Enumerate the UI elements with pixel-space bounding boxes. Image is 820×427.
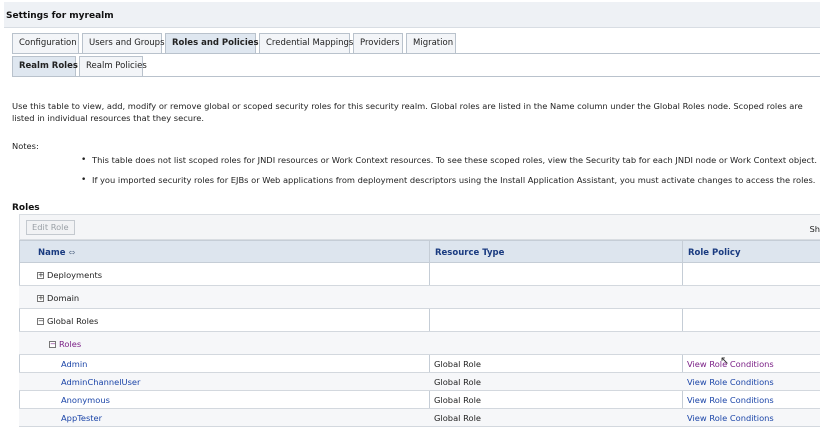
mouse-pointer-icon: ↖ [720, 354, 730, 367]
table-row: Admin Global Role View Role Conditions [19, 355, 820, 373]
view-role-conditions-link[interactable]: View Role Conditions [687, 359, 774, 369]
sub-tab-bar-divider [12, 76, 820, 77]
column-header-resource-type[interactable]: Resource Type [435, 248, 504, 258]
tab-bar-divider [12, 53, 820, 54]
edit-role-button[interactable]: Edit Role [26, 220, 75, 235]
page-title: Settings for myrealm [6, 11, 114, 21]
intro-text: Use this table to view, add, modify or r… [12, 101, 803, 123]
resource-type-cell: Global Role [434, 359, 481, 369]
tab-realm-roles[interactable]: Realm Roles [12, 56, 78, 76]
view-role-conditions-link[interactable]: View Role Conditions [687, 413, 774, 423]
role-name-link[interactable]: AppTester [61, 413, 102, 423]
tree-node-global-roles[interactable]: − Global Roles [37, 316, 98, 326]
roles-table-toolbar: Edit Role Sh [19, 214, 820, 240]
resource-type-cell: Global Role [434, 377, 481, 387]
table-row: + Domain [19, 286, 820, 309]
view-role-conditions-link[interactable]: View Role Conditions [687, 395, 774, 405]
role-name-link[interactable]: AdminChannelUser [61, 377, 140, 387]
tree-node-deployments[interactable]: + Deployments [37, 270, 102, 280]
bullet-icon: • [81, 155, 87, 165]
note-text: If you imported security roles for EJBs … [92, 175, 816, 185]
bullet-icon: • [81, 175, 87, 185]
collapse-icon[interactable]: − [49, 341, 56, 348]
view-role-conditions-link[interactable]: View Role Conditions [687, 377, 774, 387]
resource-type-cell: Global Role [434, 395, 481, 405]
tab-credential-mappings[interactable]: Credential Mappings [259, 33, 353, 53]
role-name-link[interactable]: Admin [61, 359, 87, 369]
table-row: Anonymous Global Role View Role Conditio… [19, 391, 820, 409]
tab-users-and-groups[interactable]: Users and Groups [82, 33, 165, 53]
tab-providers[interactable]: Providers [353, 33, 403, 53]
collapse-icon[interactable]: − [37, 318, 44, 325]
table-header-row: Name ⇔ Resource Type Role Policy [19, 240, 820, 263]
column-header-name[interactable]: Name ⇔ [38, 248, 75, 258]
column-header-role-policy[interactable]: Role Policy [688, 248, 741, 258]
tab-migration[interactable]: Migration [406, 33, 456, 53]
expand-icon[interactable]: + [37, 272, 44, 279]
roles-heading: Roles [12, 203, 40, 213]
settings-header: Settings for myrealm [4, 2, 820, 28]
tree-node-roles[interactable]: − Roles [49, 339, 81, 349]
sort-icon[interactable]: ⇔ [68, 248, 75, 257]
notes-label: Notes: [12, 141, 39, 151]
table-row: − Roles [19, 332, 820, 355]
note-item: • This table does not list scoped roles … [81, 155, 818, 165]
table-row: AppTester Global Role View Role Conditio… [19, 409, 820, 427]
role-name-link[interactable]: Anonymous [61, 395, 110, 405]
table-row: AdminChannelUser Global Role View Role C… [19, 373, 820, 391]
tab-realm-policies[interactable]: Realm Policies [79, 56, 147, 76]
table-row: + Deployments [19, 263, 820, 286]
tree-node-domain[interactable]: + Domain [37, 293, 79, 303]
tab-roles-and-policies[interactable]: Roles and Policies [165, 33, 259, 53]
tab-configuration[interactable]: Configuration [12, 33, 79, 53]
resource-type-cell: Global Role [434, 413, 481, 423]
table-row: − Global Roles [19, 309, 820, 332]
note-item: • If you imported security roles for EJB… [81, 175, 816, 185]
expand-icon[interactable]: + [37, 295, 44, 302]
note-text: This table does not list scoped roles fo… [92, 155, 818, 165]
show-toggle-text[interactable]: Sh [809, 224, 820, 234]
